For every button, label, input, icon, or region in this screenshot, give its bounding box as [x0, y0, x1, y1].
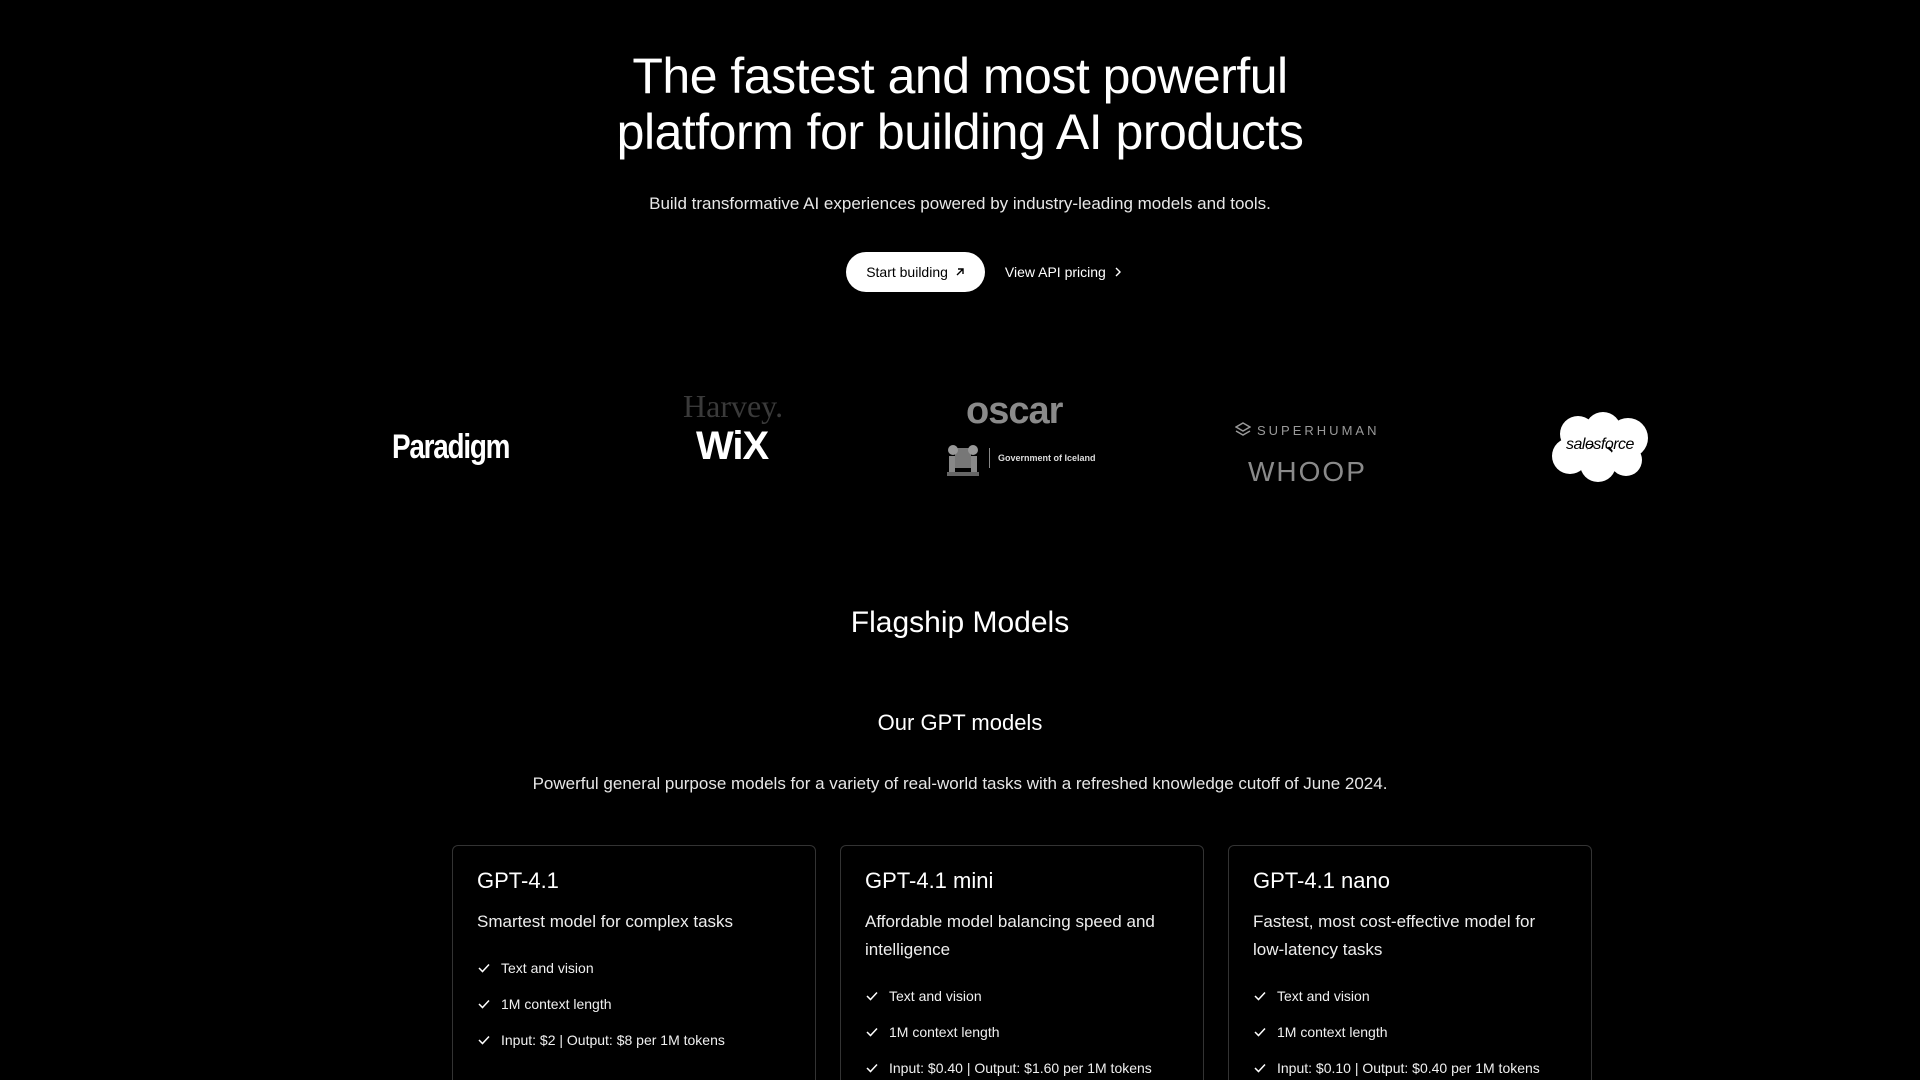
feature-item: Text and vision [865, 978, 1179, 1014]
check-icon [478, 1035, 490, 1045]
feature-item: 1M context length [1253, 1014, 1567, 1050]
start-building-label: Start building [866, 264, 948, 280]
iceland-divider [989, 448, 990, 468]
salesforce-logo: salesforce [1548, 412, 1652, 484]
superhuman-logo-text: SUPERHUMAN [1257, 422, 1380, 438]
model-card-title: GPT-4.1 mini [865, 868, 994, 893]
oscar-logo: oscar [966, 390, 1063, 432]
model-cards: GPT-4.1 Smartest model for complex tasks… [452, 845, 1592, 1080]
whoop-logo: WHOOP [1248, 456, 1367, 487]
paradigm-logo: Paradigm [392, 428, 510, 466]
check-icon [1254, 1027, 1266, 1037]
feature-text: 1M context length [1277, 1024, 1388, 1040]
hero-title-line1: The fastest and most powerful [632, 48, 1288, 104]
start-building-button[interactable]: Start building [846, 252, 985, 292]
feature-list: Text and vision 1M context length Input:… [865, 978, 1179, 1080]
feature-item: Input: $0.10 | Output: $0.40 per 1M toke… [1253, 1050, 1567, 1080]
flagship-models-heading: Flagship Models [850, 606, 1070, 639]
check-icon [1254, 1063, 1266, 1073]
check-icon [866, 1027, 878, 1037]
check-icon [866, 1063, 878, 1073]
feature-item: Text and vision [1253, 978, 1567, 1014]
chevron-right-icon [1115, 267, 1121, 277]
customer-logo-strip: Paradigm Harvey. WiX oscar Government of… [0, 380, 1920, 500]
check-icon [478, 999, 490, 1009]
hero-title-line2: platform for building AI products [616, 104, 1304, 160]
feature-item: 1M context length [477, 986, 791, 1022]
model-card-gpt-4-1-nano[interactable]: GPT-4.1 nano Fastest, most cost-effectiv… [1228, 845, 1592, 1080]
government-of-iceland-logo: Government of Iceland [945, 438, 1096, 478]
feature-list: Text and vision 1M context length Input:… [477, 950, 791, 1058]
page: The fastest and most powerful platform f… [0, 0, 1920, 1080]
feature-item: Text and vision [477, 950, 791, 986]
superhuman-mark-icon [1235, 422, 1251, 436]
check-icon [866, 991, 878, 1001]
model-card-title: GPT-4.1 [477, 868, 559, 893]
check-icon [1254, 991, 1266, 1001]
feature-item: 1M context length [865, 1014, 1179, 1050]
model-card-description: Fastest, most cost-effective model for l… [1253, 912, 1536, 959]
iceland-crest-icon [947, 445, 979, 476]
feature-text: Text and vision [501, 960, 594, 976]
salesforce-logo-text: salesforce [1566, 436, 1634, 453]
view-api-pricing-label: View API pricing [1004, 264, 1106, 280]
hero-title: The fastest and most powerful platform f… [0, 48, 1920, 160]
check-icon [478, 963, 490, 973]
feature-item: Input: $0.40 | Output: $1.60 per 1M toke… [865, 1050, 1179, 1080]
model-card-description: Affordable model balancing speed and int… [865, 912, 1155, 959]
arrow-up-right-icon [956, 268, 964, 276]
feature-text: Text and vision [1277, 988, 1370, 1004]
feature-text: Input: $0.10 | Output: $0.40 per 1M toke… [1277, 1060, 1540, 1076]
view-api-pricing-button[interactable]: View API pricing [1005, 252, 1124, 292]
cta-row: Start building View API pricing [0, 252, 1920, 292]
model-card-gpt-4-1-mini[interactable]: GPT-4.1 mini Affordable model balancing … [840, 845, 1204, 1080]
wix-logo: WiX [696, 424, 769, 468]
model-card-description: Smartest model for complex tasks [477, 912, 734, 931]
feature-text: Input: $2 | Output: $8 per 1M tokens [501, 1032, 725, 1048]
feature-list: Text and vision 1M context length Input:… [1253, 978, 1567, 1080]
gpt-models-description: Powerful general purpose models for a va… [532, 774, 1388, 793]
feature-item: Input: $2 | Output: $8 per 1M tokens [477, 1022, 791, 1058]
superhuman-logo: SUPERHUMAN [1235, 422, 1379, 438]
feature-text: 1M context length [501, 996, 612, 1012]
feature-text: Text and vision [889, 988, 982, 1004]
gpt-models-heading: Our GPT models [877, 710, 1043, 735]
feature-text: Input: $0.40 | Output: $1.60 per 1M toke… [889, 1060, 1152, 1076]
feature-text: 1M context length [889, 1024, 1000, 1040]
harvey-logo: Harvey. [683, 388, 784, 424]
model-card-gpt-4-1[interactable]: GPT-4.1 Smartest model for complex tasks… [452, 845, 816, 1080]
hero-subtitle: Build transformative AI experiences powe… [649, 194, 1271, 213]
model-card-title: GPT-4.1 nano [1253, 868, 1390, 893]
iceland-logo-text: Government of Iceland [998, 453, 1096, 463]
